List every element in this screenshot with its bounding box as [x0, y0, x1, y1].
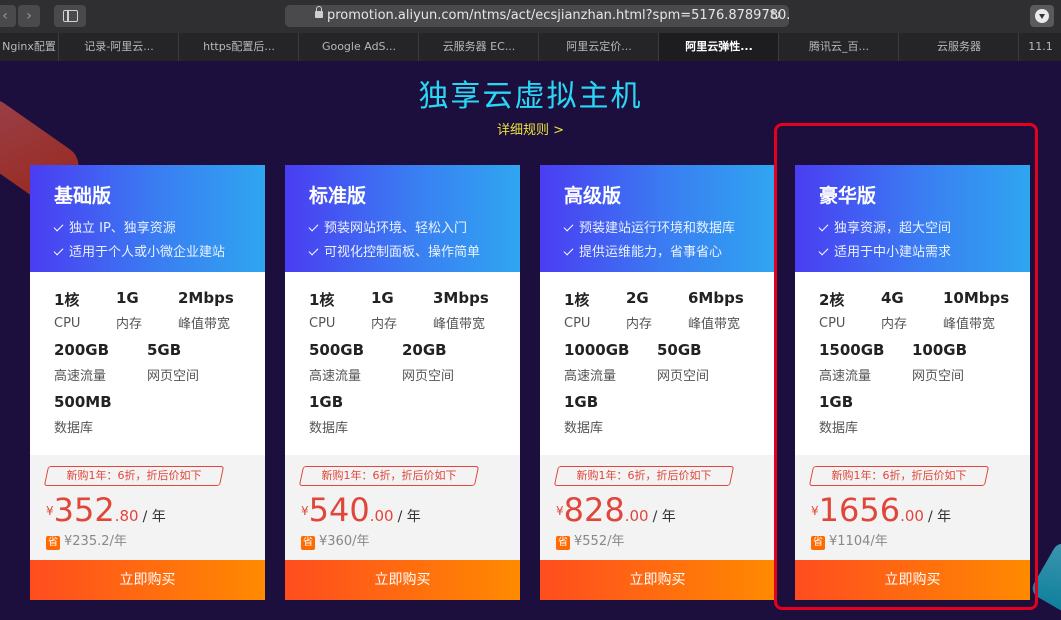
- plan-card-advanced: 高级版 预装建站运行环境和数据库 提供运维能力，省事省心 1核 CPU 2G 内存 …: [540, 165, 775, 600]
- download-icon: [1035, 9, 1049, 23]
- check-icon: [563, 245, 574, 256]
- price: ¥540.00/ 年: [301, 491, 421, 529]
- back-button[interactable]: ‹: [0, 5, 16, 27]
- browser-tab-active[interactable]: 阿里云弹性...: [658, 33, 779, 61]
- spec-item: 1核 CPU: [309, 291, 336, 331]
- spec-item: 1GB 数据库: [564, 393, 604, 436]
- spec-item: 1G 内存: [371, 289, 398, 332]
- spec-item: 500GB 高速流量: [309, 341, 365, 384]
- page-title: 独享云虚拟主机: [418, 79, 643, 114]
- plan-feature: 独立 IP、独享资源: [53, 217, 176, 236]
- plan-name: 高级版: [564, 185, 622, 207]
- buy-button[interactable]: 立即购买: [30, 560, 265, 600]
- plan-header: 高级版 预装建站运行环境和数据库 提供运维能力，省事省心: [540, 165, 775, 272]
- spec-item: 1核 CPU: [54, 291, 81, 331]
- sidebar-toggle-button[interactable]: [54, 5, 86, 27]
- browser-tab[interactable]: 阿里云定价...: [538, 33, 659, 61]
- lock-icon: [315, 6, 323, 18]
- plan-feature: 预装建站运行环境和数据库: [563, 217, 735, 236]
- check-icon: [308, 245, 319, 256]
- browser-tab[interactable]: https配置后...: [178, 33, 299, 61]
- promo-tag: 新购1年：6折，折后价如下: [298, 466, 480, 486]
- save-badge: 省: [301, 536, 315, 550]
- buy-button[interactable]: 立即购买: [540, 560, 775, 600]
- reload-icon[interactable]: ↻: [769, 5, 781, 27]
- chevron-right-icon: ›: [26, 8, 32, 24]
- save-badge: 省: [556, 536, 570, 550]
- plan-name: 标准版: [309, 185, 367, 207]
- spec-item: 200GB 高速流量: [54, 341, 110, 384]
- plan-card-basic: 基础版 独立 IP、独享资源 适用于个人或小微企业建站 1核 CPU 1G 内存 2…: [30, 165, 265, 600]
- price: ¥828.00/ 年: [556, 491, 676, 529]
- browser-tab[interactable]: 腾讯云_百...: [778, 33, 899, 61]
- spec-item: 50GB 网页空间: [657, 341, 710, 384]
- spec-item: 500MB 数据库: [54, 393, 112, 436]
- savings: 省 ¥360/年: [301, 534, 370, 550]
- browser-tab[interactable]: 云服务器: [898, 33, 1019, 61]
- plan-header: 标准版 预装网站环境、轻松入门 可视化控制面板、操作简单: [285, 165, 520, 272]
- promo-tag: 新购1年：6折，折后价如下: [43, 466, 225, 486]
- browser-tab[interactable]: 记录-阿里云...: [58, 33, 179, 61]
- check-icon: [53, 221, 64, 232]
- spec-item: 6Mbps 峰值带宽: [688, 289, 744, 332]
- plan-feature: 预装网站环境、轻松入门: [308, 217, 467, 236]
- spec-item: 1核 CPU: [564, 291, 591, 331]
- price: ¥352.80/ 年: [46, 491, 166, 529]
- highlight-annotation: [774, 123, 1038, 610]
- price-area: 新购1年：6折，折后价如下 ¥352.80/ 年 省 ¥235.2/年: [30, 455, 265, 560]
- plan-header: 基础版 独立 IP、独享资源 适用于个人或小微企业建站: [30, 165, 265, 272]
- url-text: promotion.aliyun.com/ntms/act/ecsjianzha…: [327, 8, 789, 23]
- spec-item: 5GB 网页空间: [147, 341, 200, 384]
- browser-tab[interactable]: 11.1: [1018, 33, 1061, 61]
- check-icon: [308, 221, 319, 232]
- savings: 省 ¥552/年: [556, 534, 625, 550]
- price-area: 新购1年：6折，折后价如下 ¥828.00/ 年 省 ¥552/年: [540, 455, 775, 560]
- spec-item: 2G 内存: [626, 289, 653, 332]
- plan-feature: 提供运维能力，省事省心: [563, 241, 722, 260]
- buy-button[interactable]: 立即购买: [285, 560, 520, 600]
- browser-tab[interactable]: Google AdS...: [298, 33, 419, 61]
- browser-toolbar: ‹ › promotion.aliyun.com/ntms/act/ecsjia…: [0, 0, 1061, 33]
- spec-item: 3Mbps 峰值带宽: [433, 289, 489, 332]
- forward-button[interactable]: ›: [18, 5, 40, 27]
- address-bar[interactable]: promotion.aliyun.com/ntms/act/ecsjianzha…: [285, 5, 789, 27]
- browser-tab[interactable]: Nginx配置: [0, 33, 58, 61]
- spec-item: 20GB 网页空间: [402, 341, 455, 384]
- plan-feature: 可视化控制面板、操作简单: [308, 241, 480, 260]
- spec-item: 2Mbps 峰值带宽: [178, 289, 234, 332]
- spec-item: 1GB 数据库: [309, 393, 349, 436]
- spec-item: 1G 内存: [116, 289, 143, 332]
- plan-feature: 适用于个人或小微企业建站: [53, 241, 225, 260]
- price-area: 新购1年：6折，折后价如下 ¥540.00/ 年 省 ¥360/年: [285, 455, 520, 560]
- sidebar-icon: [63, 10, 78, 22]
- downloads-button[interactable]: [1030, 5, 1054, 27]
- check-icon: [53, 245, 64, 256]
- save-badge: 省: [46, 536, 60, 550]
- page-content: 独享云虚拟主机 详细规则 > 基础版 独立 IP、独享资源 适用于个人或小微企业…: [0, 61, 1061, 620]
- chevron-left-icon: ‹: [2, 8, 8, 24]
- plan-name: 基础版: [54, 185, 112, 207]
- check-icon: [563, 221, 574, 232]
- spec-item: 1000GB 高速流量: [564, 341, 630, 384]
- plan-card-standard: 标准版 预装网站环境、轻松入门 可视化控制面板、操作简单 1核 CPU 1G 内存 …: [285, 165, 520, 600]
- promo-tag: 新购1年：6折，折后价如下: [553, 466, 735, 486]
- browser-tab[interactable]: 云服务器 EC...: [418, 33, 539, 61]
- tab-bar: Nginx配置 记录-阿里云... https配置后... Google AdS…: [0, 33, 1061, 61]
- savings: 省 ¥235.2/年: [46, 534, 127, 550]
